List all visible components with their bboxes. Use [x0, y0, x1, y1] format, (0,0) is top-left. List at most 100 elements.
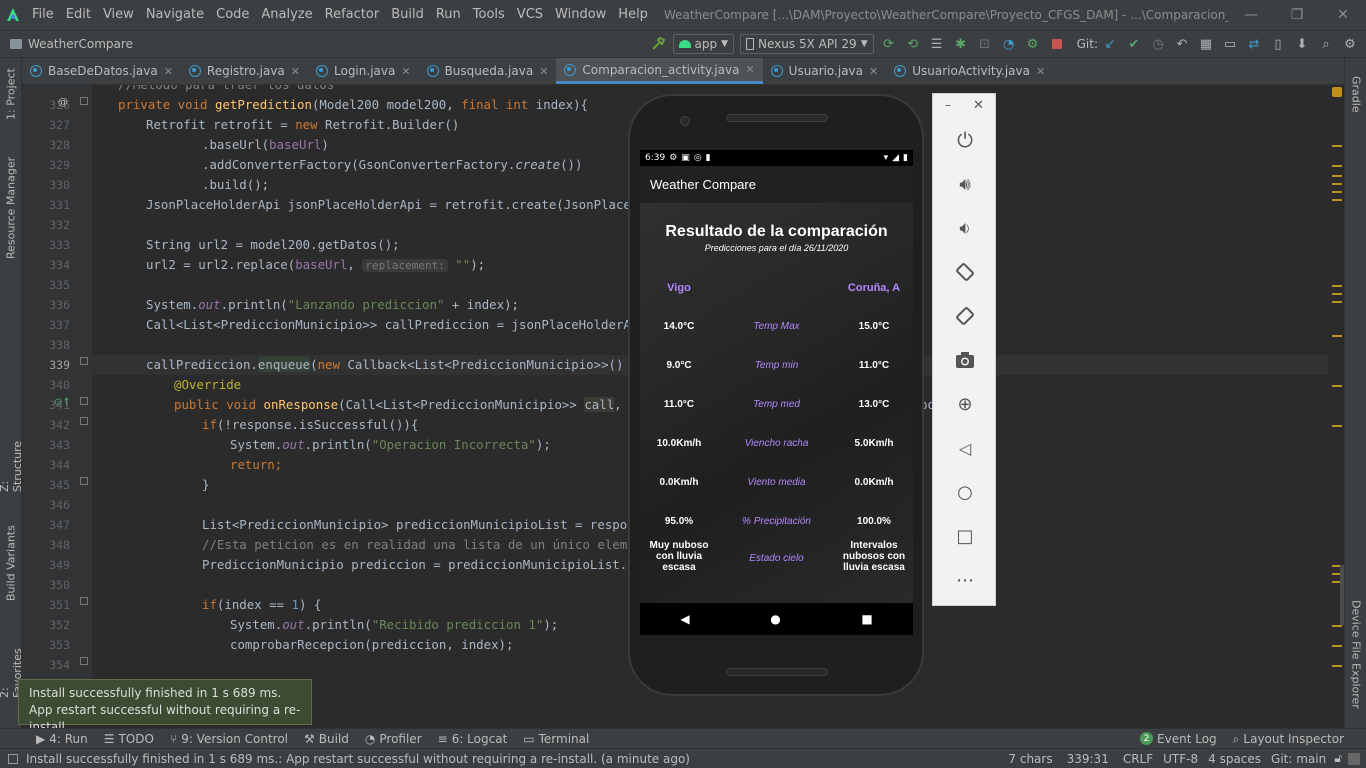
emulator-screen[interactable]: 6:39 ⚙ ▣ ◎ ▮ ▾ ◢ ▮ Weather Compare Resul… [640, 150, 913, 635]
status-message[interactable]: Install successfully finished in 1 s 689… [26, 752, 1008, 766]
warning-mark[interactable] [1332, 301, 1342, 303]
device-manager-icon[interactable]: ▯ [1266, 32, 1290, 56]
menu-help[interactable]: Help [612, 0, 654, 30]
search-icon[interactable]: ⌕ [1314, 32, 1338, 56]
warning-mark[interactable] [1332, 285, 1342, 287]
line-number[interactable]: 354 [22, 655, 70, 675]
warning-mark[interactable] [1332, 165, 1342, 167]
line-number[interactable]: 353 [22, 635, 70, 655]
warning-mark[interactable] [1332, 665, 1342, 667]
run-config-select[interactable]: app ▼ [672, 34, 735, 54]
git-commit-icon[interactable]: ✔ [1122, 32, 1146, 56]
attach-debugger-icon[interactable]: ⊡ [973, 32, 997, 56]
tool-window-terminal[interactable]: ▭ Terminal [515, 730, 597, 748]
line-number[interactable]: 332 [22, 215, 70, 235]
tool-window-run[interactable]: ▶ 4: Run [28, 730, 96, 748]
line-number[interactable]: 344 [22, 455, 70, 475]
zoom-icon[interactable]: ⊕ [949, 388, 981, 420]
fold-marker-icon[interactable] [80, 477, 88, 485]
run-list-icon[interactable]: ☰ [925, 32, 949, 56]
warning-mark[interactable] [1332, 385, 1342, 387]
avd-manager-icon[interactable]: ▭ [1218, 32, 1242, 56]
tool-window-logcat[interactable]: ≡ 6: Logcat [430, 730, 516, 748]
inspection-warning-icon[interactable] [1332, 87, 1342, 97]
warning-mark[interactable] [1332, 183, 1342, 185]
line-separator[interactable]: CRLF [1123, 752, 1153, 766]
fold-marker-icon[interactable] [80, 397, 88, 405]
emulator-minimize-icon[interactable]: – [945, 98, 951, 112]
line-number[interactable]: 327 [22, 115, 70, 135]
device-file-explorer-tool-tab[interactable]: Device File Explorer [1346, 594, 1366, 714]
home-icon[interactable]: ○ [949, 476, 981, 508]
line-number[interactable]: 345 [22, 475, 70, 495]
power-icon[interactable]: ⏻ [949, 124, 981, 156]
line-number[interactable]: 343 [22, 435, 70, 455]
build-variants-tool-tab[interactable]: Build Variants [1, 524, 21, 602]
tab-close-icon[interactable]: ✕ [539, 65, 548, 78]
menu-navigate[interactable]: Navigate [140, 0, 210, 30]
line-number[interactable]: 334 [22, 255, 70, 275]
fold-marker-icon[interactable] [80, 97, 88, 105]
tab-close-icon[interactable]: ✕ [1036, 65, 1045, 78]
more-options-icon[interactable]: ⋯ [949, 564, 981, 596]
error-stripe[interactable] [1328, 85, 1344, 698]
line-number[interactable]: 342 [22, 415, 70, 435]
warning-mark[interactable] [1332, 335, 1342, 337]
sync-gradle-icon[interactable]: ⇄ [1242, 32, 1266, 56]
stop-icon[interactable] [1045, 32, 1069, 56]
tab-close-icon[interactable]: ✕ [164, 65, 173, 78]
editor-tab[interactable]: Comparacion_activity.java ✕ [556, 58, 763, 84]
line-number[interactable]: 336 [22, 295, 70, 315]
fold-marker-icon[interactable] [80, 657, 88, 665]
maximize-icon[interactable]: ❐ [1274, 0, 1320, 30]
line-number[interactable]: 351 [22, 595, 70, 615]
warning-mark[interactable] [1332, 199, 1342, 201]
device-select[interactable]: Nexus 5X API 29 ▼ [740, 34, 874, 54]
rotate-right-icon[interactable] [949, 300, 981, 332]
notification-balloon[interactable]: Install successfully finished in 1 s 689… [18, 679, 312, 734]
apply-changes-restart-icon[interactable]: ⟳ [877, 32, 901, 56]
editor-tab[interactable]: UsuarioActivity.java ✕ [886, 58, 1053, 84]
tab-close-icon[interactable]: ✕ [401, 65, 410, 78]
menu-refactor[interactable]: Refactor [319, 0, 386, 30]
git-update-icon[interactable]: ↙ [1098, 32, 1122, 56]
profile-icon[interactable]: ◔ [997, 32, 1021, 56]
line-number[interactable]: 350 [22, 575, 70, 595]
project-breadcrumb[interactable]: WeatherCompare [28, 37, 133, 51]
fold-marker-icon[interactable] [80, 597, 88, 605]
event-log-button[interactable]: 2 Event Log [1132, 730, 1225, 748]
line-number[interactable]: 348 [22, 535, 70, 555]
file-encoding[interactable]: UTF-8 [1163, 752, 1198, 766]
line-number[interactable]: 333 [22, 235, 70, 255]
menu-build[interactable]: Build [385, 0, 430, 30]
line-number[interactable]: 335 [22, 275, 70, 295]
git-branch[interactable]: Git: main [1271, 752, 1326, 766]
menu-edit[interactable]: Edit [60, 0, 97, 30]
line-number[interactable]: 329 [22, 155, 70, 175]
tool-window-version-control[interactable]: ⑂ 9: Version Control [162, 730, 296, 748]
warning-mark[interactable] [1332, 191, 1342, 193]
menu-vcs[interactable]: VCS [511, 0, 549, 30]
caret-position[interactable]: 339:31 [1067, 752, 1109, 766]
line-number[interactable]: 331 [22, 195, 70, 215]
line-number[interactable]: 352 [22, 615, 70, 635]
tool-window-todo[interactable]: ☰ TODO [96, 730, 162, 748]
memory-indicator-icon[interactable] [1348, 752, 1360, 765]
line-number[interactable]: 337 [22, 315, 70, 335]
tool-window-build[interactable]: ⚒ Build [296, 730, 357, 748]
menu-window[interactable]: Window [549, 0, 612, 30]
menu-tools[interactable]: Tools [467, 0, 511, 30]
menu-run[interactable]: Run [430, 0, 467, 30]
editor-tab[interactable]: Login.java ✕ [308, 58, 419, 84]
warning-mark[interactable] [1332, 425, 1342, 427]
volume-down-icon[interactable]: 🔉︎ [949, 212, 981, 244]
tab-close-icon[interactable]: ✕ [869, 65, 878, 78]
volume-up-icon[interactable]: 🔊︎ [949, 168, 981, 200]
line-number[interactable]: 339 [22, 355, 70, 375]
sdk-manager-icon[interactable]: ⬇ [1290, 32, 1314, 56]
editor-tab[interactable]: Busqueda.java ✕ [419, 58, 557, 84]
line-number[interactable]: 338 [22, 335, 70, 355]
tab-close-icon[interactable]: ✕ [745, 63, 754, 76]
menu-analyze[interactable]: Analyze [255, 0, 318, 30]
back-icon[interactable]: ◁ [949, 432, 981, 464]
